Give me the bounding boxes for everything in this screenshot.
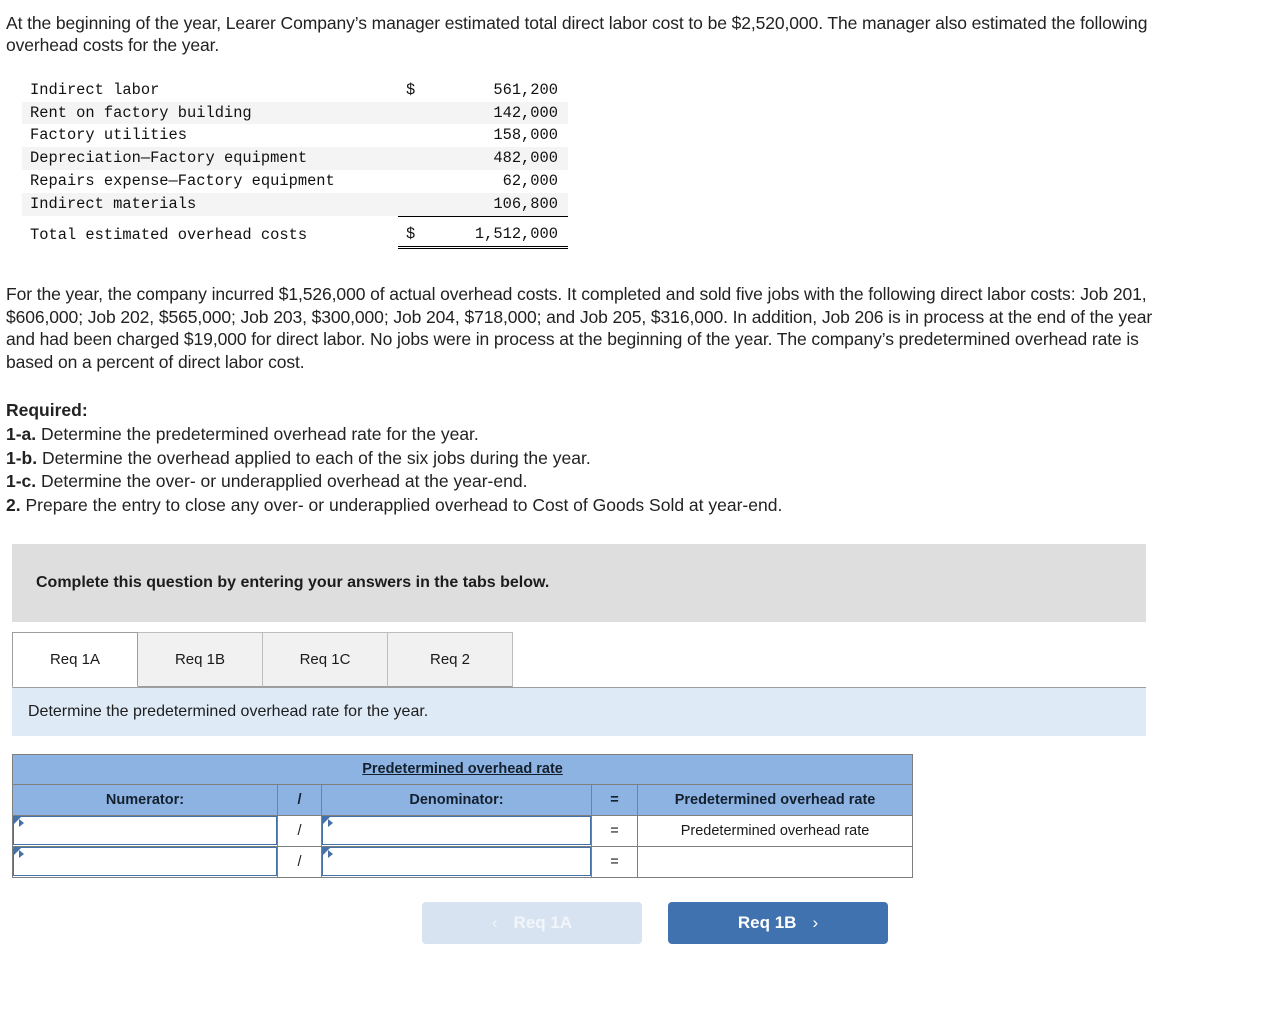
currency-symbol [406, 148, 412, 169]
table-row-total: Total estimated overhead costs $ 1,512,0… [22, 216, 568, 250]
cost-label: Factory utilities [30, 126, 188, 145]
question-instruction-banner: Complete this question by entering your … [12, 543, 1146, 622]
answer-table-header-row: Numerator: / Denominator: = Predetermine… [12, 783, 914, 816]
cost-amount-value: 62,000 [502, 171, 558, 190]
numerator-input-row2[interactable] [13, 847, 277, 877]
denominator-input-row2[interactable] [322, 847, 591, 877]
column-header-denominator: Denominator: [321, 783, 592, 816]
predetermined-overhead-rate-table: Predetermined overhead rate Numerator: /… [11, 753, 914, 878]
previous-requirement-button[interactable]: ‹ Req 1A [422, 901, 642, 944]
cost-amount-value: 482,000 [493, 149, 558, 168]
total-amount-value: 1,512,000 [474, 224, 558, 243]
tab-instruction-text: Determine the predetermined overhead rat… [28, 702, 429, 720]
cost-amount: 106,800 [398, 192, 568, 217]
table-row: / = [12, 845, 914, 878]
cost-amount: 482,000 [398, 147, 568, 170]
column-header-result: Predetermined overhead rate [636, 783, 914, 816]
chevron-right-icon: › [812, 912, 819, 932]
cost-label: Indirect labor [30, 80, 160, 99]
table-row: Repairs expense—Factory equipment 62,000 [22, 170, 568, 193]
required-item: 1-c. Determine the over- or underapplied… [6, 470, 1274, 494]
required-heading: Required: [6, 399, 88, 420]
cost-amount-value: 142,000 [493, 103, 558, 122]
navigation-buttons: ‹ Req 1A Req 1B › [12, 901, 1274, 944]
currency-symbol [406, 103, 412, 124]
column-header-equals: = [591, 783, 638, 816]
tab-label: Req 2 [429, 650, 471, 668]
intro-paragraph-1: At the beginning of the year, Learer Com… [6, 13, 1148, 56]
cost-amount-value: 158,000 [493, 126, 558, 145]
denominator-input-row1[interactable] [322, 816, 591, 846]
table-row: Indirect labor $ 561,200 [22, 79, 568, 102]
column-header-slash: / [277, 783, 322, 816]
cost-amount-value: 561,200 [493, 80, 558, 99]
cost-label: Indirect materials [22, 192, 398, 217]
currency-symbol [406, 125, 412, 146]
cost-amount: $ 561,200 [398, 79, 568, 102]
numerator-cell-row1[interactable] [12, 814, 278, 847]
required-section: Required: 1-a. Determine the predetermin… [6, 399, 1274, 518]
answer-table-title-row: Predetermined overhead rate [11, 753, 914, 785]
cost-label: Depreciation—Factory equipment [22, 147, 398, 170]
total-amount: $ 1,512,000 [398, 216, 568, 250]
equals-operator-row2: = [591, 845, 638, 878]
required-item-label: 1-c. [6, 471, 37, 492]
numerator-input-row1[interactable] [13, 816, 277, 846]
cost-amount-value: 106,800 [493, 194, 558, 213]
cost-label: Repairs expense—Factory equipment [30, 171, 335, 190]
tab-label: Req 1A [49, 650, 101, 668]
table-row: Factory utilities 158,000 [22, 124, 568, 147]
required-item-label: 1-b. [6, 447, 38, 468]
required-item-text: Determine the predetermined overhead rat… [41, 423, 479, 444]
numerator-cell-row2[interactable] [12, 845, 278, 878]
denominator-cell-row2[interactable] [321, 845, 592, 878]
cost-label: Rent on factory building [22, 101, 398, 125]
tab-req-2[interactable]: Req 2 [387, 631, 513, 687]
table-row: Indirect materials 106,800 [22, 192, 568, 217]
answer-table-title-text: Predetermined overhead rate [362, 761, 563, 778]
currency-symbol: $ [406, 224, 416, 243]
total-label: Total estimated overhead costs [30, 225, 308, 244]
required-item: 1-b. Determine the overhead applied to e… [6, 447, 1274, 471]
equals-operator-row1: = [591, 814, 638, 847]
cost-amount: 158,000 [398, 124, 568, 147]
previous-requirement-label: Req 1A [513, 912, 573, 932]
currency-symbol: $ [406, 80, 416, 99]
result-cell-row2 [636, 845, 914, 878]
result-cell-row1: Predetermined overhead rate [636, 814, 914, 847]
slash-operator-row2: / [277, 845, 322, 878]
answer-entry-area: Predetermined overhead rate Numerator: /… [11, 753, 1274, 944]
currency-symbol [406, 194, 412, 215]
table-row: Rent on factory building 142,000 [22, 101, 568, 125]
cost-amount: 142,000 [398, 101, 568, 125]
required-item: 1-a. Determine the predetermined overhea… [6, 423, 1274, 447]
question-instruction-text: Complete this question by entering your … [36, 573, 550, 591]
tab-label: Req 1B [174, 650, 226, 668]
tab-instruction-bar: Determine the predetermined overhead rat… [12, 687, 1146, 736]
tab-req-1b[interactable]: Req 1B [137, 631, 263, 687]
required-item: 2. Prepare the entry to close any over- … [6, 494, 1274, 518]
table-row: Depreciation—Factory equipment 482,000 [22, 147, 568, 170]
tab-req-1a[interactable]: Req 1A [12, 631, 138, 687]
cost-amount: 62,000 [398, 170, 568, 193]
denominator-cell-row1[interactable] [321, 814, 592, 847]
answer-table-title: Predetermined overhead rate [11, 753, 914, 785]
required-item-text: Determine the over- or underapplied over… [41, 471, 528, 492]
tab-req-1c[interactable]: Req 1C [262, 631, 388, 687]
table-row: / = Predetermined overhead rate [12, 814, 914, 847]
required-item-text: Prepare the entry to close any over- or … [25, 495, 783, 516]
column-header-numerator: Numerator: [12, 783, 278, 816]
required-item-label: 2. [6, 495, 21, 516]
estimated-overhead-cost-table: Indirect labor $ 561,200 Rent on factory… [22, 79, 568, 250]
intro-paragraph-2: For the year, the company incurred $1,52… [6, 284, 1153, 372]
next-requirement-button[interactable]: Req 1B › [668, 901, 888, 944]
currency-symbol [406, 171, 412, 192]
required-item-text: Determine the overhead applied to each o… [42, 447, 591, 468]
tab-label: Req 1C [299, 650, 351, 668]
required-item-label: 1-a. [6, 423, 37, 444]
chevron-left-icon: ‹ [491, 912, 498, 932]
slash-operator-row1: / [277, 814, 322, 847]
next-requirement-label: Req 1B [737, 912, 797, 932]
requirement-tabs: Req 1A Req 1B Req 1C Req 2 [12, 631, 1146, 688]
